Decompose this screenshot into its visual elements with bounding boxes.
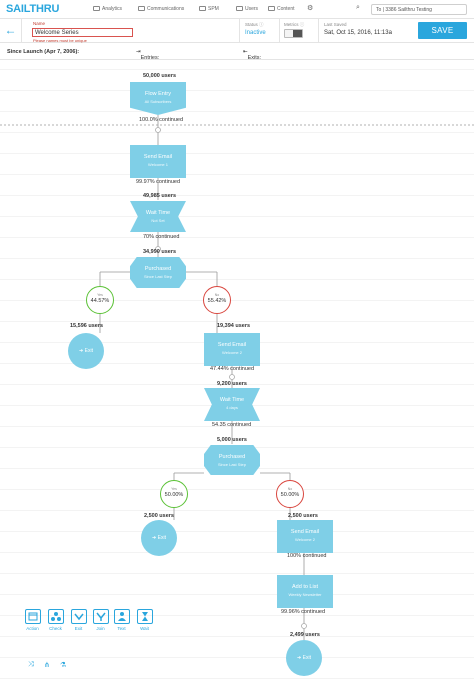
toggle-knob — [293, 30, 302, 37]
shuffle-icon[interactable]: ⤨ — [28, 661, 34, 669]
connector-dot — [155, 127, 161, 133]
analytics-icon — [93, 6, 100, 11]
nav-analytics[interactable]: Analytics — [93, 6, 122, 12]
exit-node[interactable]: ➜ Exit — [141, 520, 177, 556]
wait1-count: 49,985 users — [143, 193, 177, 199]
flow-canvas[interactable]: 50,000 users Flow Entry All Subscribers 1… — [0, 60, 474, 679]
flow-icon[interactable]: ⋔ — [44, 661, 50, 669]
wait2-count: 9,200 users — [217, 381, 247, 387]
branch2-no-count: 2,500 users — [288, 513, 318, 519]
since-launch-label: Since Launch (Apr 7, 2006): — [7, 49, 80, 55]
entry-count: 50,000 users — [143, 73, 177, 79]
wait1-continued: 70% continued — [143, 234, 180, 240]
arrow-left-icon: ← — [4, 23, 17, 37]
nav-users[interactable]: Users — [236, 6, 258, 12]
email2-continued: 47.44% continued — [210, 366, 255, 372]
connector-dot — [229, 374, 235, 380]
send-email-node[interactable]: Send Email Welcome 2 — [204, 333, 260, 366]
settings-gear-icon[interactable]: ⚙ — [307, 4, 313, 12]
purchased-check-node[interactable]: Purchased Since Last Step — [130, 257, 186, 288]
action-icon — [24, 609, 41, 624]
exits-stat: ⇤ Exits: 50,400 users — [243, 49, 264, 73]
send-email-node[interactable]: Send Email Welcome 2 — [277, 520, 333, 553]
status-value[interactable]: Inactive — [245, 30, 266, 36]
last-saved-label: Last Saved — [324, 22, 347, 27]
entries-stat: ⇥ Entries: 50,000 users — [136, 49, 160, 73]
divider — [239, 19, 240, 43]
sailthru-logo[interactable]: SAILTHRU — [6, 3, 59, 15]
toolbox-check[interactable]: Check — [47, 609, 64, 631]
search-icon[interactable]: ⌕ — [356, 4, 360, 12]
metrics-toggle[interactable] — [284, 29, 303, 38]
branch-yes-badge[interactable]: Yes 50.00% — [160, 480, 188, 508]
join-icon — [92, 609, 109, 624]
last-saved-value: Sat, Oct 15, 2016, 11:13a — [324, 30, 392, 36]
stats-bar: Since Launch (Apr 7, 2006): ⇥ Entries: 5… — [0, 43, 474, 73]
connector-dot — [301, 623, 307, 629]
branch1-no-count: 19,394 users — [217, 323, 251, 329]
addlist-continued: 99.96% continued — [281, 609, 326, 615]
add-to-list-node[interactable]: Add to List Weekly Newsletter — [277, 575, 333, 608]
users-icon — [236, 6, 243, 11]
nav-content[interactable]: Content — [268, 6, 295, 12]
nav-spm[interactable]: SPM — [199, 6, 219, 12]
toolbox-exit[interactable]: Exit — [70, 609, 87, 631]
wait-time-node[interactable]: Wait Time Not Set — [130, 201, 186, 232]
toolbox-wait[interactable]: Wait — [136, 609, 153, 631]
spm-icon — [199, 6, 206, 11]
purchased1-count: 34,990 users — [143, 249, 177, 255]
flow-header: ← Name Welcome Series Please names must … — [0, 19, 474, 43]
toolbox-join[interactable]: Join — [92, 609, 109, 631]
back-button[interactable]: ← — [0, 19, 22, 43]
flow-name-input[interactable]: Welcome Series — [32, 28, 133, 37]
send-email-node[interactable]: Send Email Welcome 1 — [130, 145, 186, 178]
branch-no-badge[interactable]: No 50.00% — [276, 480, 304, 508]
email3-continued: 100% continued — [287, 553, 327, 559]
metrics-label: Metrics ⓘ — [284, 22, 305, 27]
toolbox-text[interactable]: Text — [113, 609, 130, 631]
hourglass-icon — [136, 609, 153, 624]
status-label: Status ⓘ — [245, 22, 264, 27]
divider — [279, 19, 280, 43]
communications-icon — [138, 6, 145, 11]
purchased-check-node[interactable]: Purchased Since Last Step — [204, 445, 260, 475]
check-icon — [47, 609, 64, 624]
save-button[interactable]: SAVE — [418, 22, 467, 39]
flask-icon[interactable]: ⚗ — [60, 661, 66, 669]
wait2-continued: 54.35 continued — [212, 422, 252, 428]
entry-continued: 100.0% continued — [139, 117, 184, 123]
exit-icon — [70, 609, 87, 624]
name-label: Name — [33, 21, 46, 26]
email1-continued: 99.97% continued — [136, 179, 181, 185]
account-selector[interactable]: To | 3386 Sailthru Testing — [371, 4, 467, 15]
purchased2-count: 5,000 users — [217, 437, 247, 443]
toolbox-action[interactable]: Action — [24, 609, 41, 631]
divider — [318, 19, 319, 43]
exit-node[interactable]: ➜ Exit — [68, 333, 104, 369]
branch-no-badge[interactable]: No 55.42% — [203, 286, 231, 314]
branch2-yes-count: 2,500 users — [144, 513, 174, 519]
branch-yes-badge[interactable]: Yes 44.57% — [86, 286, 114, 314]
content-icon — [268, 6, 275, 11]
exit-node[interactable]: ➜ Exit — [286, 640, 322, 676]
top-nav: SAILTHRU Analytics Communications SPM Us… — [0, 0, 474, 19]
wait-time-node[interactable]: Wait Time 4 days — [204, 388, 260, 421]
nav-communications[interactable]: Communications — [138, 6, 184, 12]
exit3-count: 2,499 users — [290, 632, 320, 638]
text-icon — [113, 609, 130, 624]
branch1-yes-count: 15,596 users — [70, 323, 104, 329]
